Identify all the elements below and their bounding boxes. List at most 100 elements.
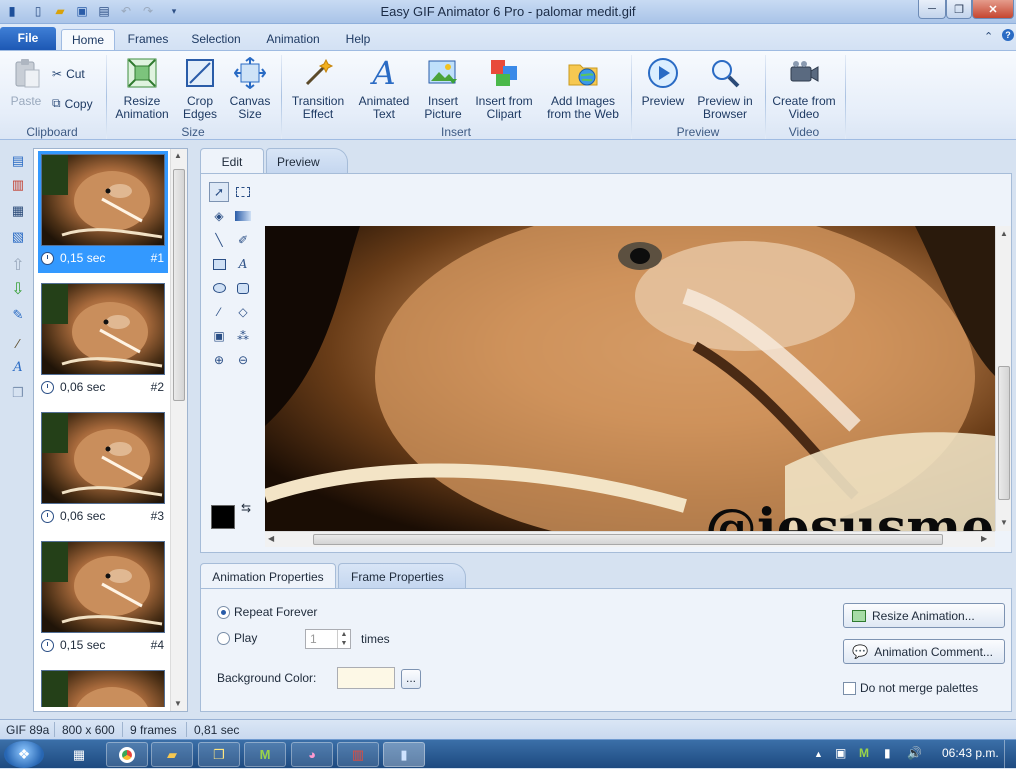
minimize-button[interactable]: ─ [918,0,946,19]
frame-item[interactable]: 0,06 sec #2 [38,280,168,402]
tab-help[interactable]: Help [340,29,376,50]
device-icon[interactable]: ▣ [835,746,846,760]
add-images-web-button[interactable]: Add Images from the Web [542,57,624,121]
start-button[interactable]: ❖ [4,741,44,768]
delete-frame-icon[interactable]: ▥ [9,176,27,194]
tab-home[interactable]: Home [61,29,115,50]
taskbar-app-calculator[interactable]: ▦ [58,742,100,767]
taskbar-app-explorer[interactable]: ▰ [151,742,193,767]
rectangle-tool-icon[interactable] [209,254,229,274]
create-from-video-button[interactable]: Create from Video [772,57,836,121]
scroll-thumb[interactable] [173,169,185,401]
stepper-arrows-icon[interactable]: ▲ ▼ [337,630,350,648]
frames-scrollbar[interactable]: ▲ ▼ [170,149,187,711]
image-canvas[interactable]: @iesusmed [265,226,995,531]
frame-item[interactable]: 0,15 sec #4 [38,538,168,660]
resize-animation-button[interactable]: Resize Animation [110,57,174,121]
collapse-ribbon-icon[interactable]: ⌃ [984,30,993,43]
resize-animation-dialog-button[interactable]: Resize Animation... [843,603,1005,628]
transition-effect-button[interactable]: Transition Effect [286,57,350,121]
help-icon[interactable]: ? [1002,29,1014,41]
browse-color-button[interactable]: ... [401,669,421,689]
line-tool-icon[interactable]: ╲ [209,230,229,250]
ellipse-tool-icon[interactable] [209,278,229,298]
tab-frames[interactable]: Frames [124,29,172,50]
insert-clipart-button[interactable]: Insert from Clipart [472,57,536,121]
tab-animation-properties[interactable]: Animation Properties [200,563,336,589]
scroll-right-icon[interactable]: ▶ [981,534,987,543]
move-down-icon[interactable]: ⇩ [9,280,27,298]
tab-frame-properties[interactable]: Frame Properties [338,563,466,589]
spray-tool-icon[interactable]: ⁂ [233,326,253,346]
canvas-horizontal-scrollbar[interactable]: ◀ ▶ [265,531,995,547]
frame-item[interactable] [38,667,168,707]
animated-text-button[interactable]: A Animated Text [354,57,414,121]
add-frame-icon[interactable]: ▤ [9,152,27,170]
fill-bucket-icon[interactable]: ◈ [209,206,229,226]
taskbar-app-chrome[interactable] [106,742,148,767]
tab-animation[interactable]: Animation [259,29,327,50]
taskbar-app-winrar[interactable]: ▥ [337,742,379,767]
clock-time[interactable]: 06:43 p.m. [942,746,999,760]
crop-edges-button[interactable]: Crop Edges [178,57,222,121]
frame-properties-icon[interactable]: ❒ [9,384,27,402]
taskbar-app-media[interactable]: ◕ [291,742,333,767]
merge-palettes-option[interactable]: Do not merge palettes [843,681,978,695]
show-desktop-button[interactable] [1004,740,1016,769]
text-tool-icon[interactable]: A [233,254,253,274]
tab-selection[interactable]: Selection [186,29,246,50]
copy-button[interactable]: ⧉ Copy [52,96,93,111]
show-hidden-icons-icon[interactable]: ▲ [814,749,823,759]
taskbar-app-movistar[interactable]: M [244,742,286,767]
merge-palettes-checkbox[interactable] [843,681,856,695]
insert-picture-button[interactable]: Insert Picture [418,57,468,121]
canvas-vertical-scrollbar[interactable]: ▲ ▼ [995,226,1011,531]
taskbar-app-windows[interactable]: ❐ [198,742,240,767]
scroll-thumb[interactable] [313,534,943,545]
animation-comment-button[interactable]: 💬 Animation Comment... [843,639,1005,664]
tab-preview[interactable]: Preview [266,148,348,174]
background-color-swatch[interactable] [337,667,395,689]
effect-wand-icon[interactable]: ⁄ [9,334,27,352]
repeat-forever-option[interactable]: Repeat Forever [217,605,317,619]
maximize-button[interactable]: ❐ [946,0,972,19]
move-up-icon[interactable]: ⇧ [9,256,27,274]
network-icon[interactable]: ▮ [884,746,891,760]
repeat-forever-radio[interactable] [217,605,230,619]
paste-button[interactable]: Paste [6,57,46,108]
scroll-up-icon[interactable]: ▲ [1000,229,1008,238]
brush-tool-icon[interactable]: ✐ [233,230,253,250]
volume-icon[interactable]: 🔊 [907,746,922,760]
edit-frame-icon[interactable]: ✎ [9,306,27,324]
frame-item[interactable]: 0,15 sec #1 [38,151,168,273]
scroll-thumb[interactable] [998,366,1010,500]
gradient-tool-icon[interactable] [233,206,253,226]
pointer-tool-icon[interactable]: ➚ [209,182,229,202]
foreground-color-swatch[interactable] [211,505,235,529]
rect-select-tool-icon[interactable] [233,182,253,202]
eraser-icon[interactable]: ◇ [233,302,253,322]
zoom-out-icon[interactable]: ⊖ [233,350,253,370]
canvas-size-button[interactable]: Canvas Size [226,57,274,121]
taskbar-app-gif-animator[interactable]: ▮ [383,742,425,767]
text-tool-icon[interactable]: A [9,358,27,376]
scroll-down-icon[interactable]: ▼ [174,699,182,708]
movistar-tray-icon[interactable]: M [859,746,869,760]
insert-blank-frame-icon[interactable]: ▧ [9,228,27,246]
play-option[interactable]: Play [217,631,257,645]
scroll-left-icon[interactable]: ◀ [268,534,274,543]
preview-button[interactable]: Preview [638,57,688,108]
tab-edit[interactable]: Edit [200,148,264,174]
rounded-rect-tool-icon[interactable] [233,278,253,298]
cut-button[interactable]: ✂ Cut [52,67,85,81]
frame-item[interactable]: 0,06 sec #3 [38,409,168,531]
swap-colors-icon[interactable]: ⇆ [241,501,251,515]
image-tool-icon[interactable]: ▣ [209,326,229,346]
file-tab[interactable]: File [0,27,56,50]
preview-browser-button[interactable]: Preview in Browser [694,57,756,121]
eyedropper-icon[interactable]: ⁄ [209,302,229,322]
scroll-up-icon[interactable]: ▲ [174,151,182,160]
play-radio[interactable] [217,631,230,645]
zoom-in-icon[interactable]: ⊕ [209,350,229,370]
close-button[interactable]: ✕ [972,0,1014,19]
